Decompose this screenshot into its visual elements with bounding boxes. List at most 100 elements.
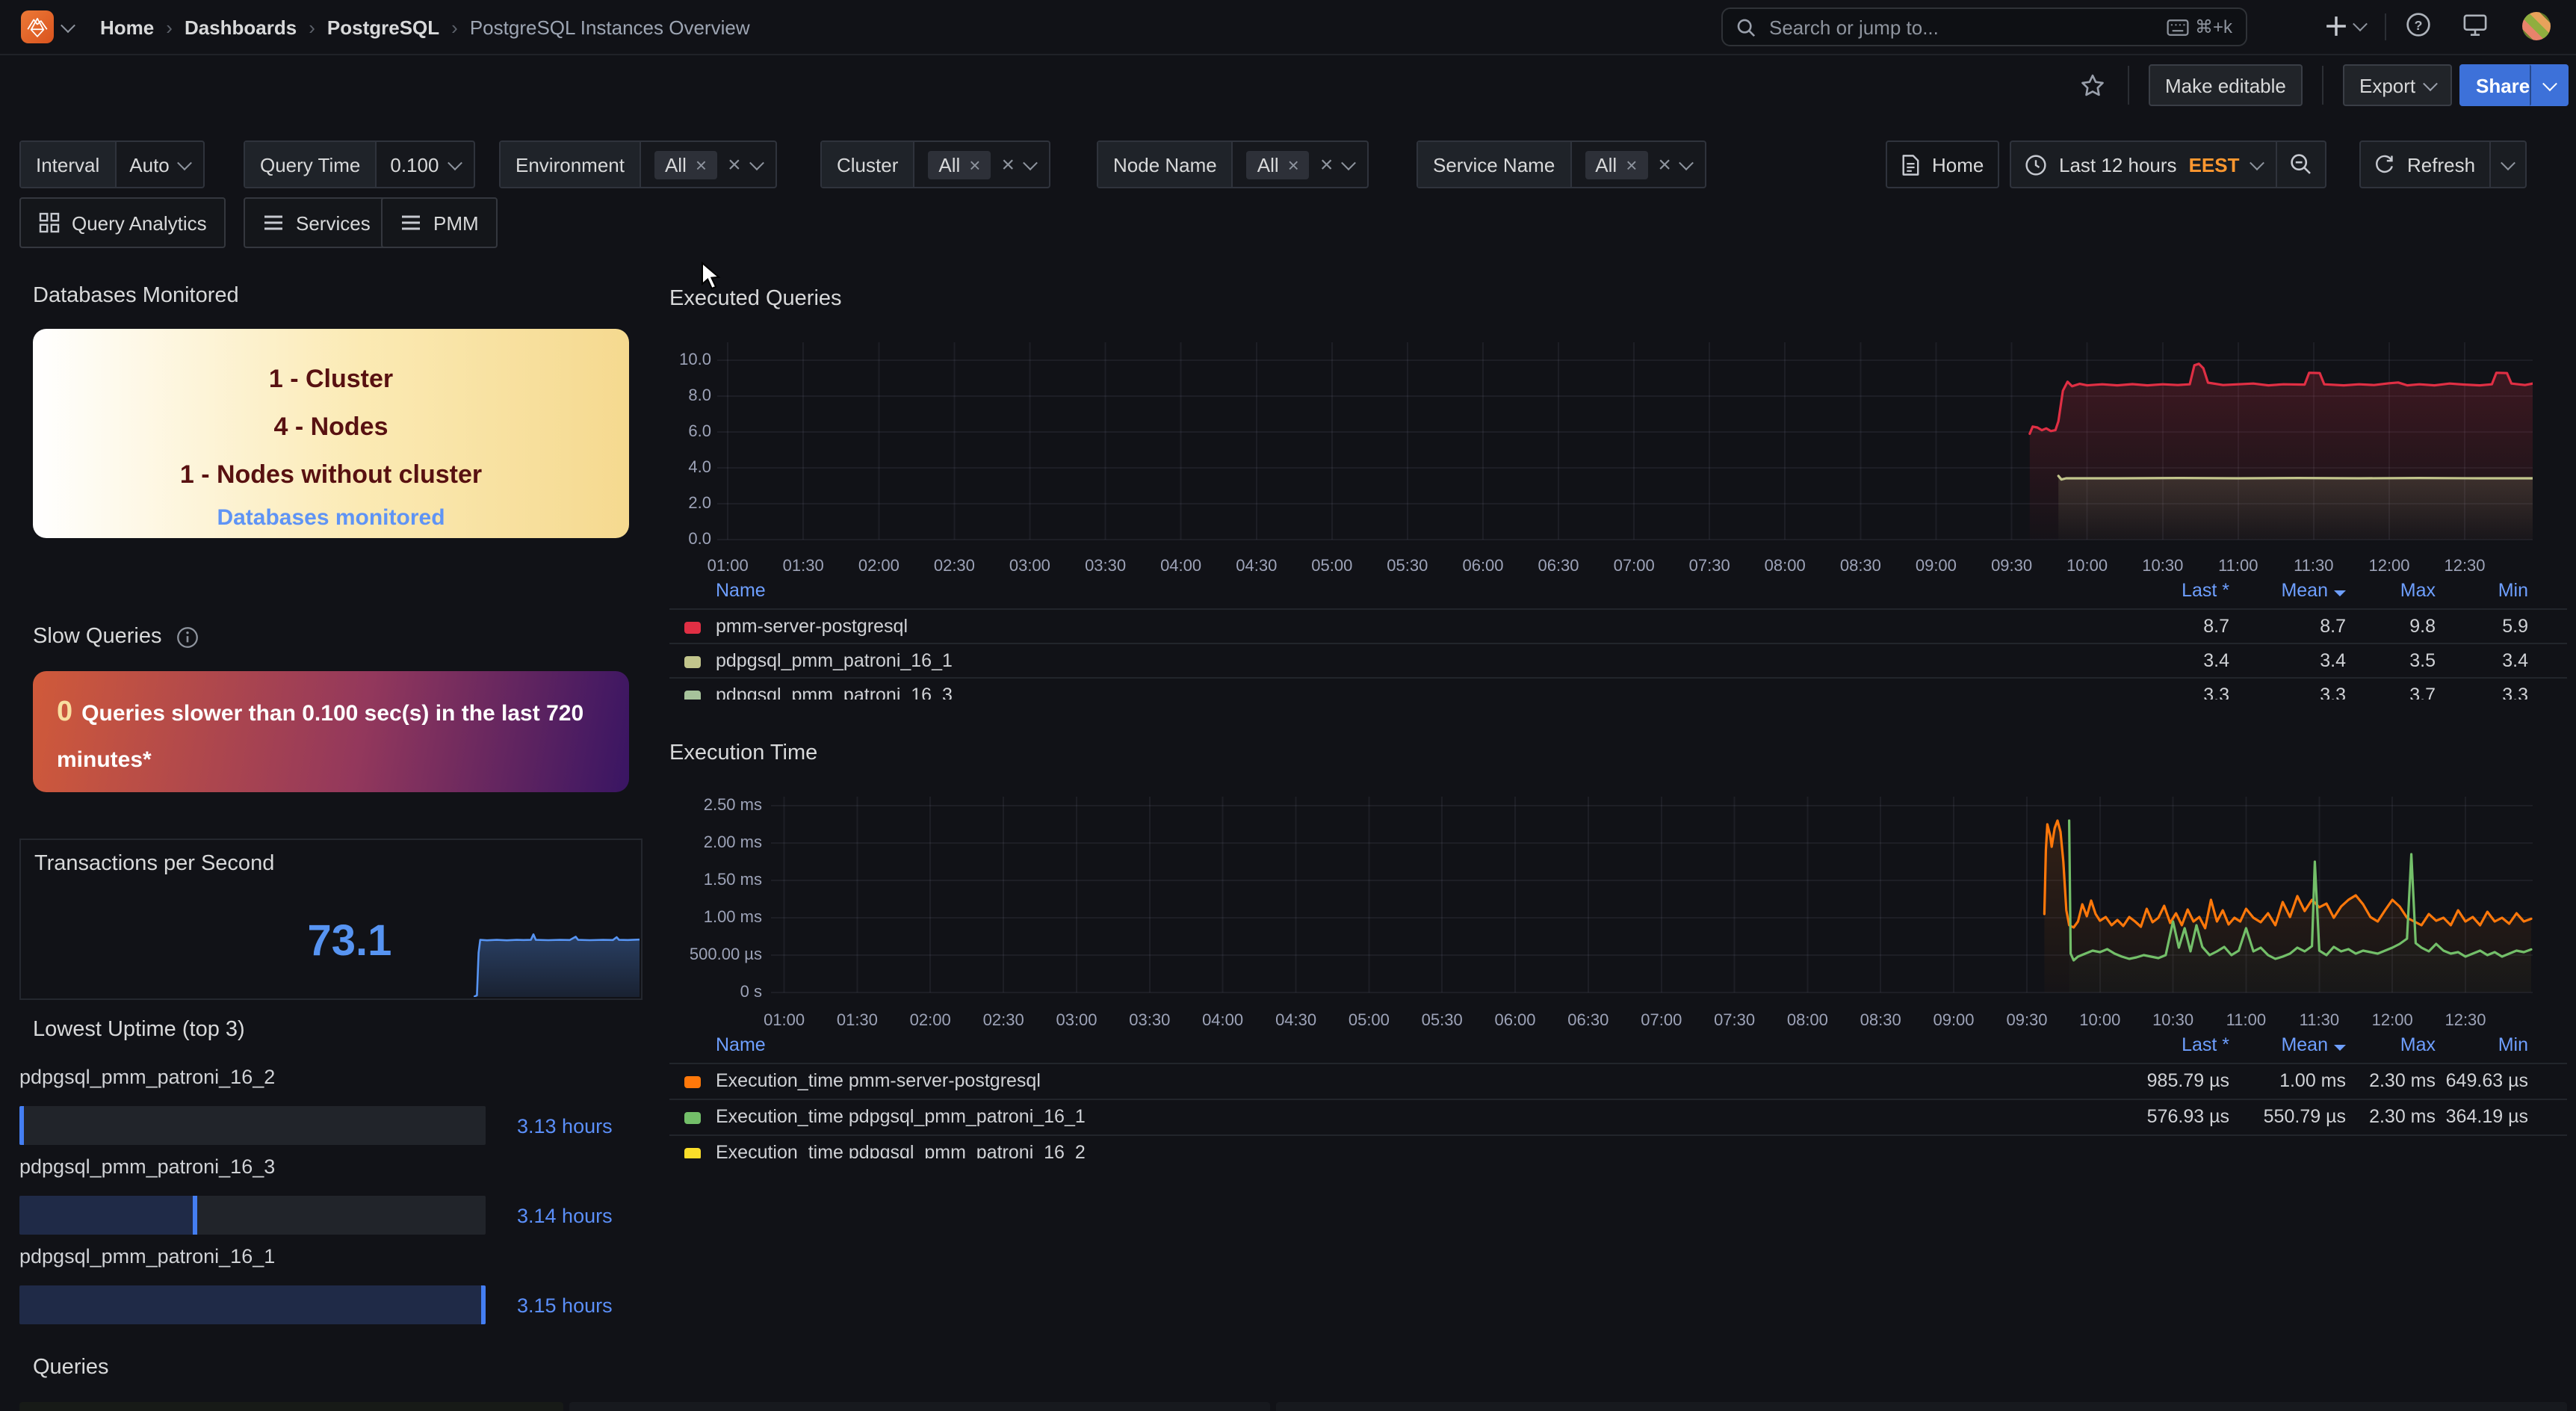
grafana-pmm-logo[interactable] [21, 10, 54, 43]
service-name-all-chip[interactable]: All× [1585, 150, 1647, 179]
clear-all-icon[interactable]: × [728, 152, 741, 177]
uptime-row-name: pdpgsql_pmm_patroni_16_3 [19, 1155, 275, 1178]
executed-queries-chart[interactable] [717, 336, 2533, 553]
chevron-down-icon [448, 155, 462, 170]
zoom-out-button[interactable] [2276, 142, 2325, 187]
next-row-panel-edge [1276, 1402, 2567, 1411]
nodes-without-cluster-count: 1 - Nodes without cluster [33, 451, 629, 499]
legend-col-last[interactable]: Last * [2182, 577, 2229, 604]
legend-max-value: 2.30 ms [2369, 1100, 2436, 1134]
series-swatch [684, 1076, 701, 1088]
chevron-down-icon[interactable] [749, 155, 764, 170]
legend-mean-value: 3.4 [2320, 644, 2346, 679]
export-button[interactable]: Export [2343, 64, 2451, 106]
databases-monitored-panel-title[interactable]: Databases Monitored [33, 284, 239, 308]
make-editable-button[interactable]: Make editable [2149, 64, 2303, 106]
favorite-star-button[interactable] [2080, 73, 2105, 105]
time-range-picker[interactable]: Last 12 hours EEST [2011, 142, 2276, 187]
query-time-variable: Query Time 0.100 [244, 141, 474, 188]
series-name[interactable]: pdpgsql_pmm_patroni_16_3 [716, 679, 953, 700]
executed-queries-panel-title[interactable]: Executed Queries [669, 287, 842, 311]
node-name-all-chip[interactable]: All× [1247, 150, 1310, 179]
legend-col-mean[interactable]: Mean [2281, 1031, 2346, 1058]
query-time-value-dropdown[interactable]: 0.100 [377, 142, 473, 187]
series-name[interactable]: Execution_time pdpgsql_pmm_patroni_16_1 [716, 1100, 1086, 1134]
breadcrumb-home[interactable]: Home [100, 16, 154, 38]
clear-all-icon[interactable]: × [1658, 152, 1671, 177]
interval-value-dropdown[interactable]: Auto [116, 142, 204, 187]
legend-max-value: 3.7 [2409, 679, 2436, 700]
clear-all-icon[interactable]: × [1001, 152, 1015, 177]
series-name[interactable]: pdpgsql_pmm_patroni_16_1 [716, 644, 953, 679]
search-icon [1736, 17, 1756, 37]
legend-col-min[interactable]: Min [2498, 1031, 2528, 1058]
chevron-down-icon[interactable] [1023, 155, 1038, 170]
legend-min-value: 649.63 µs [2446, 1064, 2528, 1099]
series-name[interactable]: Execution_time pmm-server-postgresql [716, 1064, 1041, 1099]
legend-header: Name Last * Mean Max Min [669, 1031, 2567, 1066]
environment-all-chip[interactable]: All× [654, 150, 717, 179]
zoom-out-icon [2289, 152, 2313, 176]
add-new-button[interactable] [2325, 12, 2365, 39]
search-input[interactable]: ⌘+k [1721, 7, 2247, 46]
environment-variable: Environment All× × [499, 141, 777, 188]
legend-header: Name Last * Mean Max Min [669, 577, 2567, 611]
uptime-row-name: pdpgsql_pmm_patroni_16_1 [19, 1245, 275, 1268]
uptime-value: 3.13 hours [517, 1115, 613, 1137]
slow-queries-panel-title[interactable]: Slow Queries [33, 625, 199, 649]
timezone-badge: EEST [2189, 153, 2240, 176]
sort-caret-icon [2334, 590, 2346, 596]
cluster-all-chip[interactable]: All× [928, 150, 991, 179]
cluster-count: 1 - Cluster [33, 356, 629, 404]
legend-col-last[interactable]: Last * [2182, 1031, 2229, 1058]
execution-time-chart[interactable] [771, 791, 2533, 1007]
legend-col-name[interactable]: Name [716, 577, 766, 604]
series-name[interactable]: Execution_time pdpgsql_pmm_patroni_16_2 [716, 1136, 1086, 1158]
query-analytics-button[interactable]: Query Analytics [19, 197, 226, 248]
clock-icon [2025, 153, 2047, 176]
uptime-bar-gauge [19, 1196, 486, 1235]
remove-chip-icon[interactable]: × [696, 153, 707, 176]
series-name[interactable]: pmm-server-postgresql [716, 610, 908, 644]
uptime-bar-gauge [19, 1285, 486, 1324]
queries-section-title[interactable]: Queries [33, 1356, 109, 1380]
legend-col-max[interactable]: Max [2400, 577, 2436, 604]
services-button[interactable]: Services [244, 197, 390, 248]
next-row-panel-edge [19, 1402, 563, 1411]
question-circle-icon: ? [2406, 12, 2431, 37]
home-button[interactable]: Home [1886, 141, 1998, 188]
legend-row: pdpgsql_pmm_patroni_16_1 3.4 3.4 3.5 3.4 [669, 643, 2567, 679]
legend-last-value: 576.93 µs [2147, 1100, 2229, 1134]
databases-monitored-link[interactable]: Databases monitored [33, 499, 629, 538]
breadcrumb-postgresql[interactable]: PostgreSQL [327, 16, 439, 38]
legend-col-name[interactable]: Name [716, 1031, 766, 1058]
legend-col-max[interactable]: Max [2400, 1031, 2436, 1058]
breadcrumb-dashboards[interactable]: Dashboards [185, 16, 297, 38]
chevron-down-icon[interactable] [1341, 155, 1356, 170]
lowest-uptime-title[interactable]: Lowest Uptime (top 3) [33, 1018, 245, 1042]
document-icon [1901, 153, 1920, 176]
clear-all-icon[interactable]: × [1320, 152, 1334, 177]
add-new-chevron-icon [2353, 16, 2368, 31]
next-row-panel-edge [569, 1402, 1270, 1411]
help-button[interactable]: ? [2406, 12, 2431, 37]
chevron-down-icon[interactable] [1679, 155, 1694, 170]
remove-chip-icon[interactable]: × [1288, 153, 1299, 176]
pmm-button[interactable]: PMM [381, 197, 498, 248]
org-switcher-chevron-icon[interactable] [63, 13, 73, 40]
refresh-button[interactable]: Refresh [2361, 142, 2489, 187]
user-avatar[interactable] [2522, 12, 2551, 40]
news-monitor-button[interactable] [2462, 13, 2488, 37]
legend-col-min[interactable]: Min [2498, 577, 2528, 604]
tps-panel-title[interactable]: Transactions per Second [34, 852, 274, 876]
remove-chip-icon[interactable]: × [1626, 153, 1637, 176]
remove-chip-icon[interactable]: × [969, 153, 980, 176]
legend-col-mean[interactable]: Mean [2281, 577, 2346, 604]
refresh-interval-dropdown[interactable] [2489, 142, 2524, 187]
share-dropdown-button[interactable] [2530, 64, 2569, 106]
search-text-field[interactable] [1766, 14, 2167, 40]
mouse-cursor [701, 262, 722, 291]
legend-max-value: 9.8 [2409, 610, 2436, 644]
execution-time-panel-title[interactable]: Execution Time [669, 741, 817, 765]
series-swatch [684, 1148, 701, 1158]
